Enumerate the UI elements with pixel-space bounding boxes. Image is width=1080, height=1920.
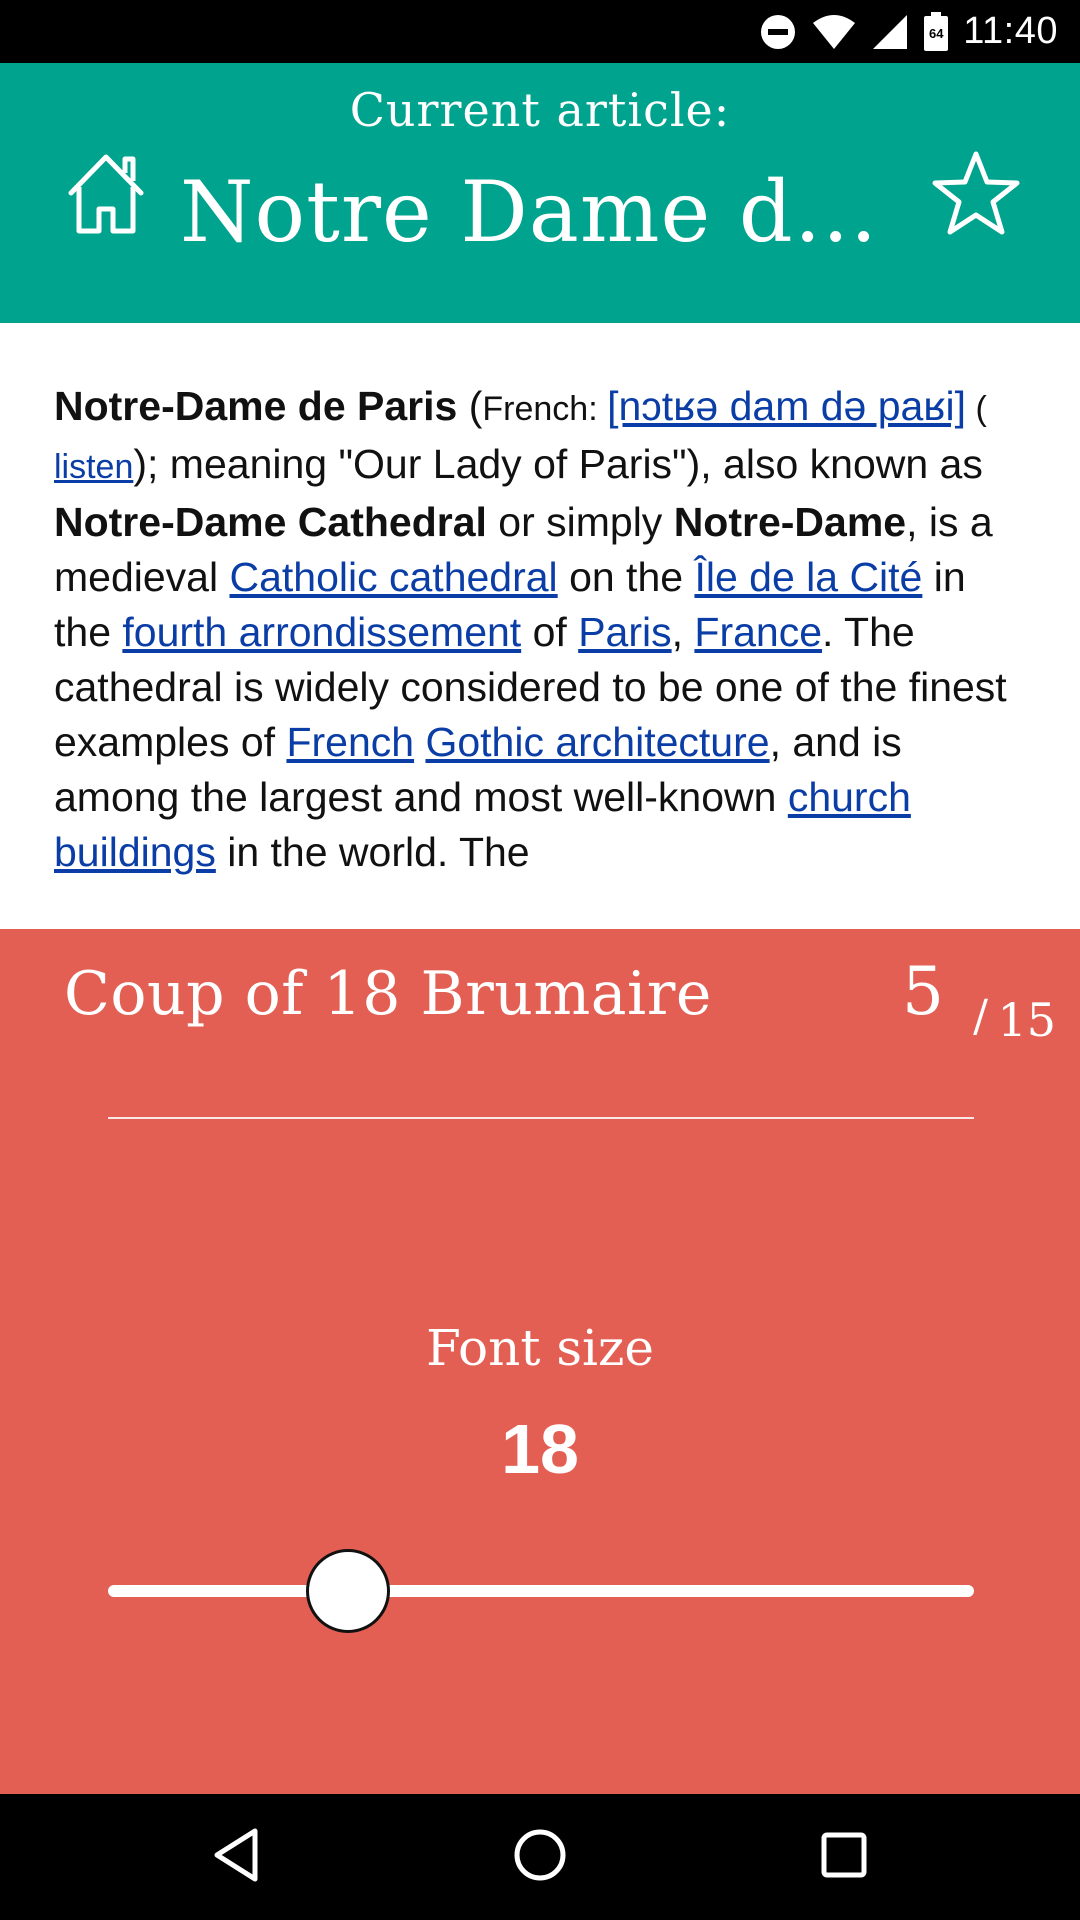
home-button[interactable] xyxy=(56,145,156,245)
current-index: 5 xyxy=(902,953,944,1030)
status-bar: 64 11:40 xyxy=(0,0,1080,63)
alt-name-2: Notre-Dame xyxy=(673,499,907,545)
text-or: or simply xyxy=(486,499,674,545)
link-france[interactable]: France xyxy=(694,609,822,655)
text-meaning: ); meaning "Our Lady of Paris"), also kn… xyxy=(133,441,983,487)
current-article-title: Notre Dame de Paris xyxy=(180,163,900,261)
text-paren: ( xyxy=(468,383,483,429)
navigation-bar xyxy=(0,1794,1080,1920)
text-comma: , xyxy=(671,609,695,655)
french-label: French: xyxy=(482,390,608,428)
link-french[interactable]: French xyxy=(286,719,414,765)
article-paragraph: Notre-Dame de Paris (French: [nɔtʁə dam … xyxy=(54,379,1030,880)
header-subtitle: Current article: xyxy=(349,83,731,137)
app-header: Current article: Notre Dame de Paris xyxy=(0,63,1080,323)
link-gothic-architecture[interactable]: Gothic architecture xyxy=(425,719,769,765)
home-circle-icon xyxy=(512,1827,568,1887)
battery-level-label: 64 xyxy=(928,25,944,41)
text-listen-open: ( xyxy=(966,390,987,428)
total-count: 15 xyxy=(997,993,1056,1047)
article-counter: 5 / 15 xyxy=(896,953,1056,1053)
home-nav-button[interactable] xyxy=(480,1820,600,1894)
font-size-slider[interactable] xyxy=(108,1549,974,1633)
font-size-value: 18 xyxy=(501,1410,579,1488)
do-not-disturb-icon xyxy=(759,13,797,51)
text-space xyxy=(414,719,425,765)
home-icon xyxy=(61,151,151,239)
back-button[interactable] xyxy=(176,1820,296,1894)
link-fourth-arrondissement[interactable]: fourth arrondissement xyxy=(122,609,521,655)
text-of: of xyxy=(521,609,579,655)
text-sentence-end: in the world. The xyxy=(215,829,530,875)
clock: 11:40 xyxy=(963,10,1058,52)
divider xyxy=(108,1117,974,1119)
screen: 64 11:40 Current article: Notre Dame de … xyxy=(0,0,1080,1920)
link-ile-de-la-cite[interactable]: Île de la Cité xyxy=(694,554,922,600)
link-ipa[interactable]: [nɔtʁə dam də paʁi] xyxy=(607,383,966,429)
settings-panel: Coup of 18 Brumaire 5 / 15 Font size 18 xyxy=(0,929,1080,1794)
battery-icon: 64 xyxy=(923,11,949,52)
counter-separator: / xyxy=(973,991,988,1042)
slider-thumb[interactable] xyxy=(305,1549,390,1633)
back-icon xyxy=(211,1827,261,1887)
article-title-bold: Notre-Dame de Paris xyxy=(54,383,458,429)
article-body: Notre-Dame de Paris (French: [nɔtʁə dam … xyxy=(0,323,1080,929)
link-catholic-cathedral[interactable]: Catholic cathedral xyxy=(229,554,557,600)
alt-name-1: Notre-Dame Cathedral xyxy=(54,499,487,545)
favorite-button[interactable] xyxy=(926,145,1026,245)
recents-icon xyxy=(819,1830,869,1884)
next-article-title[interactable]: Coup of 18 Brumaire xyxy=(64,959,712,1029)
wifi-icon xyxy=(811,13,857,51)
slider-track[interactable] xyxy=(108,1585,974,1597)
star-icon xyxy=(931,150,1021,240)
text-on-the: on the xyxy=(557,554,695,600)
link-listen[interactable]: listen xyxy=(54,448,133,486)
cell-signal-icon xyxy=(871,13,909,51)
recents-button[interactable] xyxy=(784,1820,904,1894)
link-paris[interactable]: Paris xyxy=(578,609,671,655)
font-size-label: Font size xyxy=(426,1319,654,1377)
